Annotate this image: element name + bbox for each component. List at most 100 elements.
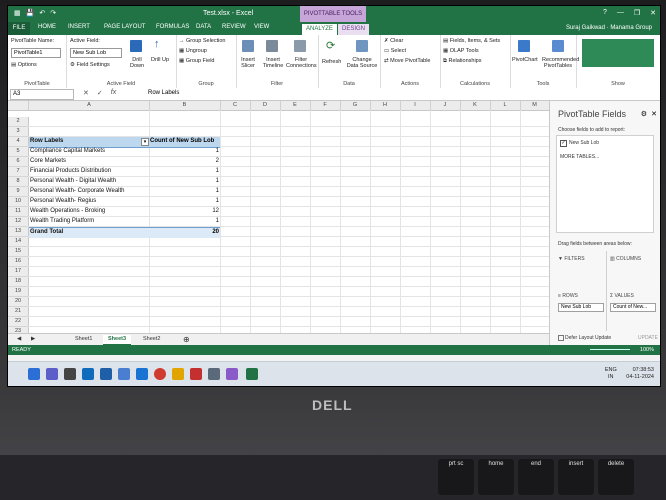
pivottable-name-input[interactable]: PivotTable1 [11, 48, 61, 58]
tab-review[interactable]: REVIEW [222, 24, 246, 30]
slicer-icon[interactable] [242, 40, 254, 52]
rows-field-chip[interactable]: New Sub Lob [558, 303, 604, 312]
refresh-icon[interactable]: ⟳ [326, 39, 335, 52]
column-header[interactable]: L [490, 101, 521, 110]
pivotchart-label[interactable]: PivotChart [512, 57, 538, 63]
outlook-icon[interactable] [82, 368, 94, 380]
drill-down-icon[interactable] [130, 40, 142, 52]
column-header[interactable]: F [310, 101, 341, 110]
active-field-input[interactable]: New Sub Lob [70, 48, 122, 58]
column-header[interactable]: M [520, 101, 549, 110]
scroll-sheets-left-icon[interactable]: ◀ [12, 335, 26, 344]
tab-insert[interactable]: INSERT [68, 24, 90, 30]
pivot-header-row[interactable]: Row Labels ▾ Count of New Sub Lob [29, 137, 220, 148]
pivotchart-icon[interactable] [518, 40, 530, 52]
insert-slicer-label[interactable]: Insert Slicer [238, 57, 258, 69]
row-header[interactable]: 14 [8, 237, 29, 247]
edge-icon[interactable] [136, 368, 148, 380]
pivot-row-value[interactable]: 2 [149, 158, 219, 164]
excel-taskbar-icon[interactable] [246, 368, 258, 380]
row-header[interactable]: 17 [8, 267, 29, 277]
row-header[interactable]: 3 [8, 127, 29, 137]
move-pivottable-button[interactable]: ⇄ Move PivotTable [384, 58, 431, 64]
change-data-source-icon[interactable] [356, 40, 368, 52]
column-header[interactable]: I [400, 101, 431, 110]
zoom-slider[interactable] [590, 349, 630, 350]
panel-options-icon[interactable]: ⚙ [641, 110, 647, 118]
refresh-label[interactable]: Refresh [322, 59, 341, 65]
tab-data[interactable]: DATA [196, 24, 211, 30]
field-checkbox[interactable]: ✓ [560, 140, 567, 147]
row-header[interactable]: 6 [8, 157, 29, 167]
options-button[interactable]: ▤ Options [11, 62, 37, 68]
close-icon[interactable]: ✕ [650, 9, 656, 17]
pivot-row-value[interactable]: 1 [149, 218, 219, 224]
file-explorer-icon[interactable] [172, 368, 184, 380]
tab-page-layout[interactable]: PAGE LAYOUT [104, 24, 145, 30]
cancel-icon[interactable]: ✕ [83, 89, 89, 97]
column-header[interactable]: H [370, 101, 401, 110]
row-header[interactable]: 11 [8, 207, 29, 217]
drill-up-label[interactable]: Drill Up [150, 57, 170, 63]
pivot-row-label[interactable]: Financial Products Distribution [30, 168, 111, 174]
minimize-icon[interactable]: — [617, 9, 624, 17]
olap-tools-button[interactable]: ▦ OLAP Tools [443, 48, 479, 54]
tab-home[interactable]: HOME [38, 24, 56, 30]
relationships-button[interactable]: ⧉ Relationships [443, 58, 482, 65]
zoom-level[interactable]: 100% [640, 347, 654, 353]
drill-down-label[interactable]: Drill Down [125, 57, 149, 69]
more-tables-link[interactable]: MORE TABLES... [560, 154, 599, 160]
clock[interactable]: 07:38:53 04-11-2024 [626, 367, 654, 381]
timeline-icon[interactable] [266, 40, 278, 52]
filter-connections-label[interactable]: Filter Connections [286, 57, 317, 69]
column-header[interactable]: C [220, 101, 251, 110]
pivot-row-value[interactable]: 1 [149, 188, 219, 194]
insert-timeline-label[interactable]: Insert Timeline [260, 57, 286, 69]
enter-icon[interactable]: ✓ [97, 89, 103, 97]
tab-formulas[interactable]: FORMULAS [156, 24, 189, 30]
row-header[interactable]: 4 [8, 137, 29, 147]
recommended-pivottables-icon[interactable] [552, 40, 564, 52]
row-header[interactable]: 20 [8, 297, 29, 307]
column-header[interactable]: D [250, 101, 281, 110]
function-icon[interactable]: fx [111, 89, 116, 97]
add-sheet-icon[interactable]: ⊕ [178, 335, 195, 344]
row-header[interactable]: 7 [8, 167, 29, 177]
pivot-row-label[interactable]: Personal Wealth- Corporate Wealth [30, 188, 125, 194]
row-header[interactable]: 13 [8, 227, 29, 237]
row-header[interactable]: 2 [8, 117, 29, 127]
restore-icon[interactable]: ❐ [634, 9, 640, 17]
column-header[interactable]: J [430, 101, 461, 110]
row-header[interactable]: 19 [8, 287, 29, 297]
mail-icon[interactable] [100, 368, 112, 380]
sheet-tab[interactable]: Sheet1 [70, 335, 97, 344]
pivot-row-label[interactable]: Wealth Trading Platform [30, 218, 94, 224]
grand-total-row[interactable]: Grand Total 20 [29, 227, 220, 238]
clear-button[interactable]: ✗ Clear [384, 38, 403, 44]
pivot-row-label[interactable]: Personal Wealth- Regius [30, 198, 96, 204]
panel-close-icon[interactable]: ✕ [651, 110, 657, 118]
save-icon[interactable]: 💾 [26, 9, 35, 17]
undo-icon[interactable]: ↶ [39, 9, 45, 17]
group-field-button[interactable]: ▦ Group Field [179, 58, 214, 64]
filter-dropdown-icon[interactable]: ▾ [141, 138, 149, 146]
row-header[interactable]: 21 [8, 307, 29, 317]
row-header[interactable]: 5 [8, 147, 29, 157]
sheet-tab[interactable]: Sheet2 [138, 335, 165, 344]
app-icon[interactable] [64, 368, 76, 380]
pivot-row-value[interactable]: 12 [149, 208, 219, 214]
worksheet-grid[interactable]: A B C D E F G H I J K L M 2 3 4 5 6 7 8 9 10 11 12… [8, 101, 549, 333]
row-header[interactable]: 16 [8, 257, 29, 267]
column-header[interactable]: K [460, 101, 491, 110]
app-icon[interactable] [118, 368, 130, 380]
row-header[interactable]: 12 [8, 217, 29, 227]
row-header[interactable]: 8 [8, 177, 29, 187]
field-name[interactable]: New Sub Lob [569, 140, 599, 146]
pivot-row-label[interactable]: Personal Wealth - Digital Wealth [30, 178, 116, 184]
row-header[interactable]: 9 [8, 187, 29, 197]
field-settings-button[interactable]: ⚙ Field Settings [70, 62, 110, 68]
column-header[interactable]: A [29, 101, 150, 110]
user-account[interactable]: Suraj Gaikwad · Manama Group [566, 25, 652, 31]
pivot-row-value[interactable]: 1 [149, 198, 219, 204]
drill-up-icon[interactable]: ↑ [154, 38, 160, 50]
